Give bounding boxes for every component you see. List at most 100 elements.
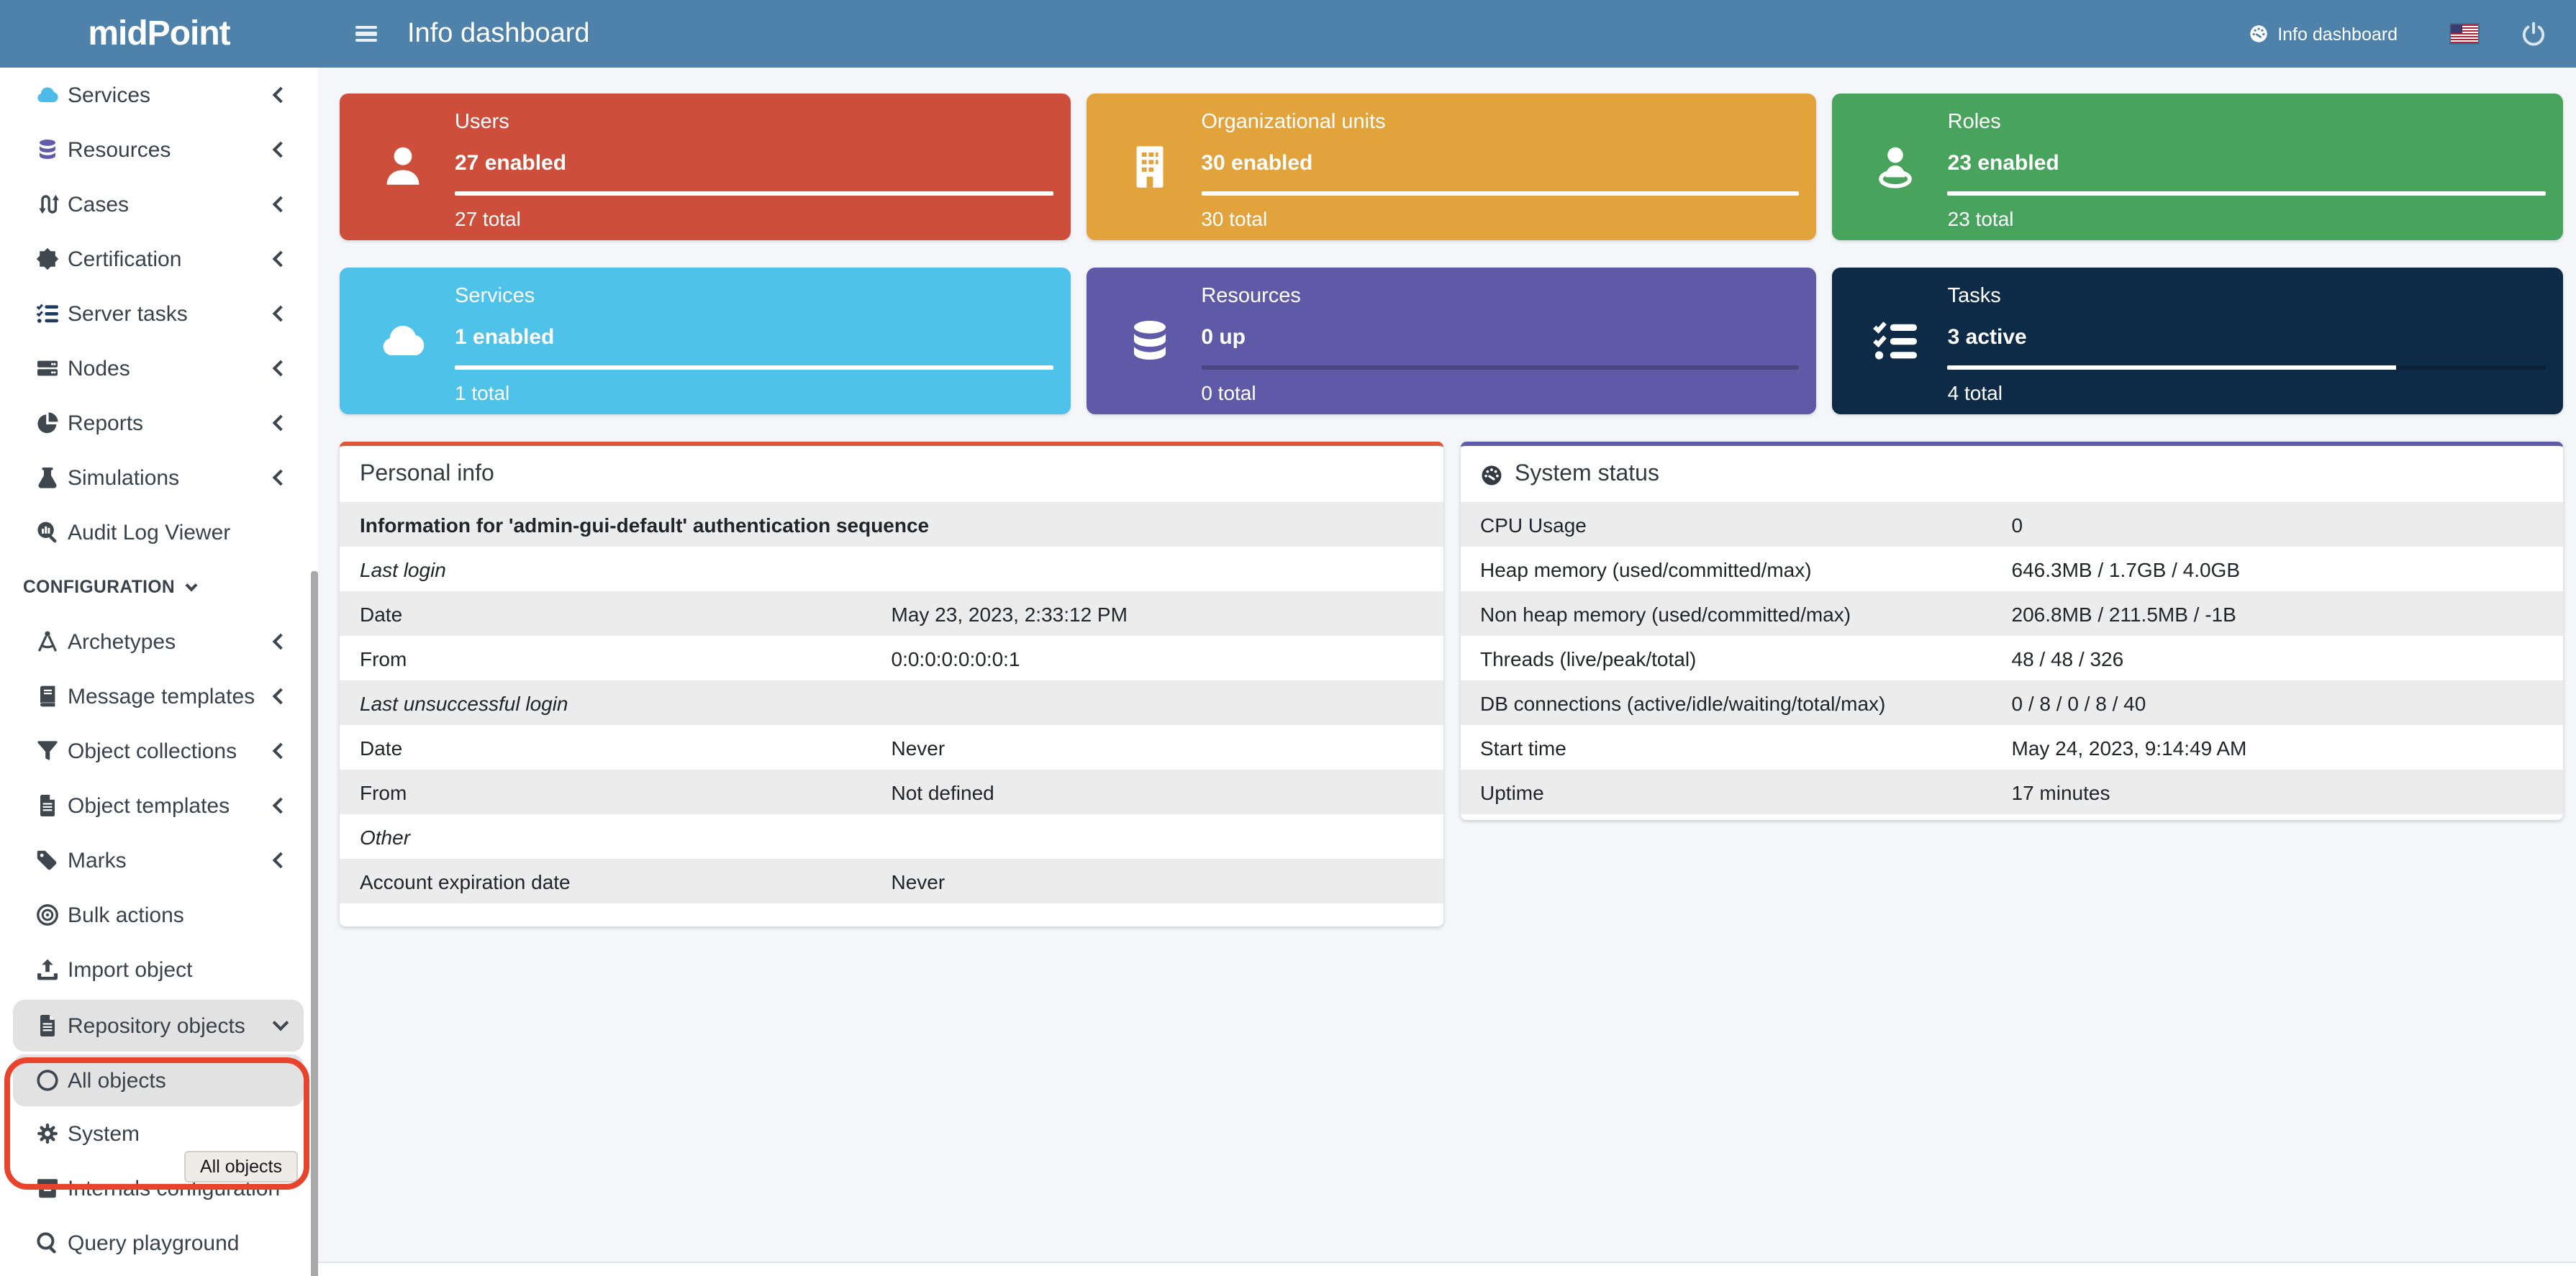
chevron-left-icon [273,415,289,432]
sidebar-item-certification[interactable]: Certification [0,234,301,283]
chevron-down-icon [185,579,197,591]
statbox-services[interactable]: Services 1 enabled 1 total [340,268,1070,414]
row-label: Other [340,825,892,848]
sidebar-item-reports[interactable]: Reports [0,398,301,447]
chevron-left-icon [273,196,289,213]
system-status-row: CPU Usage 0 [1460,502,2563,547]
personal-info-table: Information for 'admin-gui-default' auth… [340,502,1443,903]
row-value: 17 minutes [2012,780,2564,803]
statbox-roles[interactable]: Roles 23 enabled 23 total [1833,94,2563,240]
personal-info-row: Account expiration date Never [340,859,1443,903]
stat-boxes: Users 27 enabled 27 total Organizational… [340,94,2563,414]
statbox-organizational-units[interactable]: Organizational units 30 enabled 30 total [1086,94,1816,240]
sidebar-item-marks[interactable]: Marks [0,836,301,885]
dashboard-content: Users 27 enabled 27 total Organizational… [318,68,2576,1276]
sidebar-item-resources[interactable]: Resources [0,125,301,174]
row-label: Uptime [1460,780,2012,803]
sidebar-item-nodes[interactable]: Nodes [0,344,301,393]
gear-icon [36,1122,59,1145]
sidebar-scrollbar[interactable] [311,571,318,1276]
row-value: May 24, 2023, 9:14:49 AM [2012,736,2564,759]
personal-info-row: From Not defined [340,770,1443,814]
chevron-left-icon [273,251,289,268]
sidebar-item-audit-log-viewer[interactable]: Audit Log Viewer [0,508,301,557]
shuffle-icon [36,193,59,216]
row-label: Date [340,602,892,625]
us-flag[interactable] [2451,24,2478,43]
sidebar-item-simulations[interactable]: Simulations [0,453,301,502]
role-icon [1873,144,1919,190]
seal-icon [36,247,59,270]
sidebar-item-query-playground[interactable]: Query playground [0,1218,301,1267]
chevron-left-icon [273,634,289,650]
statbox-secondary-value: 27 total [455,207,1053,230]
row-label: Information for 'admin-gui-default' auth… [340,513,929,536]
statbox-users[interactable]: Users 27 enabled 27 total [340,94,1070,240]
chevron-down-icon [273,1015,289,1031]
search-icon [36,1231,59,1254]
statbox-title: Services [455,285,1053,308]
archive-icon [36,1177,59,1200]
row-value: Never [892,736,1443,759]
sidebar-item-archetypes[interactable]: Archetypes [0,617,301,666]
book-icon [36,685,59,708]
pie-chart-icon [36,411,59,434]
sidebar-item-object-collections[interactable]: Object collections [0,726,301,775]
row-label: CPU Usage [1460,513,2012,536]
sidebar-item-services[interactable]: Services [0,70,301,119]
row-value: 0 / 8 / 0 / 8 / 40 [2012,691,2564,714]
sidebar-item-repository-objects[interactable]: Repository objects [13,1000,304,1052]
personal-info-row: Information for 'admin-gui-default' auth… [340,502,1443,547]
sidebar-item-message-templates[interactable]: Message templates [0,672,301,721]
system-status-row: Non heap memory (used/committed/max) 206… [1460,591,2563,636]
personal-info-title: Personal info [360,462,494,488]
flask-icon [36,466,59,489]
sidebar-section-configuration[interactable]: CONFIGURATION [0,562,318,611]
task-list-icon [1873,318,1919,364]
system-status-row: Heap memory (used/committed/max) 646.3MB… [1460,547,2563,591]
tachometer-icon [1480,464,1502,486]
chevron-left-icon [273,360,289,377]
row-label: From [340,780,892,803]
chevron-left-icon [273,142,289,158]
breadcrumb-label: Info dashboard [2277,24,2398,44]
system-status-title: System status [1515,462,1659,488]
sidebar-item-cases[interactable]: Cases [0,180,301,229]
statbox-primary-value: 23 enabled [1948,151,2546,176]
row-value: Never [892,870,1443,893]
row-label: Start time [1460,736,2012,759]
hamburger-icon[interactable] [355,22,377,46]
row-label: Threads (live/peak/total) [1460,647,2012,670]
personal-info-row: Last unsuccessful login [340,680,1443,725]
sidebar-item-import-object[interactable]: Import object [0,945,301,994]
row-label: Account expiration date [340,870,892,893]
system-status-panel: System status CPU Usage 0 Heap memory (u… [1460,442,2563,820]
power-icon[interactable] [2521,22,2546,46]
statbox-resources[interactable]: Resources 0 up 0 total [1086,268,1816,414]
sidebar-item-object-templates[interactable]: Object templates [0,781,301,830]
statbox-primary-value: 30 enabled [1201,151,1799,176]
row-value: 48 / 48 / 326 [2012,647,2564,670]
statbox-secondary-value: 23 total [1948,207,2546,230]
database-icon [1126,318,1172,364]
system-status-table: CPU Usage 0 Heap memory (used/committed/… [1460,502,2563,814]
app-logo[interactable]: midPoint [0,14,318,54]
row-label: Non heap memory (used/committed/max) [1460,602,2012,625]
sidebar-item-server-tasks[interactable]: Server tasks [0,289,301,338]
row-value: 0:0:0:0:0:0:0:1 [892,647,1443,670]
footer [318,1262,2576,1276]
statbox-primary-value: 0 up [1201,325,1799,350]
breadcrumb[interactable]: Info dashboard [2249,24,2398,44]
top-navbar: midPoint Info dashboard Info dashboard [0,0,2576,68]
row-label: Last login [340,557,892,580]
chevron-left-icon [273,306,289,322]
statbox-tasks[interactable]: Tasks 3 active 4 total [1833,268,2563,414]
personal-info-row: Date May 23, 2023, 2:33:12 PM [340,591,1443,636]
statbox-progress [1201,365,1799,370]
sidebar-item-all-objects[interactable]: All objects [13,1054,304,1106]
drafting-compass-icon [36,630,59,653]
chevron-left-icon [273,798,289,814]
sidebar-item-bulk-actions[interactable]: Bulk actions [0,890,301,939]
statbox-secondary-value: 4 total [1948,381,2546,404]
personal-info-row: Last login [340,547,1443,591]
